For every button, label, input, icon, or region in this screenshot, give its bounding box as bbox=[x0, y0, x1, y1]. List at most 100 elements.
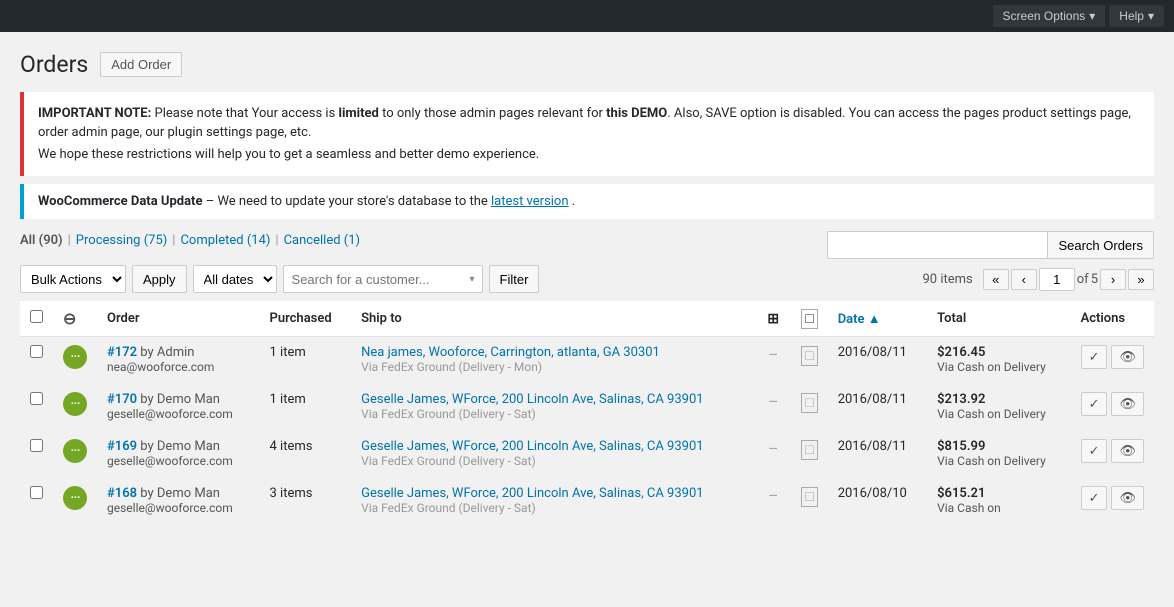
row-date-cell: 2016/08/10 bbox=[828, 478, 927, 525]
row-purchased-cell: 1 item bbox=[260, 337, 352, 384]
ship-to-name: Geselle James, WForce, 200 Lincoln Ave, … bbox=[361, 392, 703, 407]
important-note-label: IMPORTANT NOTE: bbox=[38, 106, 151, 121]
row-view-button[interactable]: 👁 bbox=[1111, 439, 1144, 463]
row-date-cell: 2016/08/11 bbox=[828, 384, 927, 431]
row-actions-cell: ✓ 👁 bbox=[1071, 431, 1154, 478]
search-orders-input[interactable] bbox=[827, 231, 1047, 259]
row-complete-button[interactable]: ✓ bbox=[1081, 439, 1108, 463]
row-col6: □ bbox=[791, 384, 827, 431]
row-checkbox[interactable] bbox=[30, 486, 43, 499]
order-by: by Demo Man bbox=[140, 392, 220, 407]
select-all-checkbox[interactable] bbox=[30, 310, 43, 323]
row-col6: □ bbox=[791, 337, 827, 384]
row-view-button[interactable]: 👁 bbox=[1111, 486, 1144, 510]
order-link[interactable]: #170 bbox=[107, 392, 137, 407]
row-ship-to-cell: Nea james, Wooforce, Carrington, atlanta… bbox=[351, 337, 755, 384]
tab-completed-link[interactable]: Completed (14) bbox=[180, 233, 270, 248]
status-dots-icon: ··· bbox=[70, 396, 80, 412]
th-order-label: Order bbox=[107, 311, 140, 326]
copy-icon: □ bbox=[801, 487, 817, 507]
row-col6: □ bbox=[791, 478, 827, 525]
next-page-button[interactable]: › bbox=[1100, 269, 1126, 290]
row-complete-button[interactable]: ✓ bbox=[1081, 392, 1108, 416]
prev-page-button[interactable]: ‹ bbox=[1011, 269, 1037, 290]
row-actions-cell: ✓ 👁 bbox=[1071, 478, 1154, 525]
row-status-cell: ··· bbox=[53, 337, 97, 384]
row-total-amount: $213.92 bbox=[937, 392, 985, 407]
row-total-cell: $815.99 Via Cash on Delivery bbox=[927, 431, 1070, 478]
order-email: geselle@wooforce.com bbox=[107, 454, 233, 468]
tab-cancelled-link[interactable]: Cancelled (1) bbox=[284, 233, 360, 248]
th-order: Order bbox=[97, 301, 260, 337]
help-label: Help bbox=[1119, 9, 1144, 23]
row-view-button[interactable]: 👁 bbox=[1111, 392, 1144, 416]
th-actions-label: Actions bbox=[1081, 311, 1126, 326]
th-actions: Actions bbox=[1071, 301, 1154, 337]
row-purchased-cell: 1 item bbox=[260, 384, 352, 431]
customer-search-input[interactable] bbox=[283, 265, 483, 293]
row-date-cell: 2016/08/11 bbox=[828, 431, 927, 478]
row-complete-button[interactable]: ✓ bbox=[1081, 486, 1108, 510]
th-date[interactable]: Date ▲ bbox=[828, 301, 927, 337]
add-order-button[interactable]: Add Order bbox=[100, 52, 182, 77]
row-total-cell: $615.21 Via Cash on bbox=[927, 478, 1070, 525]
row-col5: – bbox=[755, 337, 791, 384]
row-date[interactable]: 2016/08/10 bbox=[838, 486, 907, 501]
orders-table: ⊖ Order Purchased Ship to ⊞ □ Da bbox=[20, 301, 1154, 525]
tab-cancelled: Cancelled (1) bbox=[284, 233, 360, 248]
row-order-cell: #169 by Demo Man geselle@wooforce.com bbox=[97, 431, 260, 478]
row-action-icons: ✓ 👁 bbox=[1081, 439, 1144, 463]
row-total-amount: $815.99 bbox=[937, 439, 985, 454]
first-page-button[interactable]: « bbox=[983, 269, 1009, 290]
all-dates-select[interactable]: All dates bbox=[193, 265, 277, 293]
row-col5: – bbox=[755, 431, 791, 478]
order-link[interactable]: #168 bbox=[107, 486, 137, 501]
order-link[interactable]: #169 bbox=[107, 439, 137, 454]
row-total-amount: $615.21 bbox=[937, 486, 985, 501]
info-notice-body: – We need to update your store's databas… bbox=[206, 194, 491, 209]
row-purchased-cell: 3 items bbox=[260, 478, 352, 525]
row-status-cell: ··· bbox=[53, 431, 97, 478]
th-date-sort-link[interactable]: Date ▲ bbox=[838, 312, 881, 327]
items-count: 90 items bbox=[922, 272, 972, 287]
row-status-cell: ··· bbox=[53, 384, 97, 431]
dash-icon: – bbox=[768, 392, 779, 411]
dash-icon: – bbox=[768, 439, 779, 458]
filter-button[interactable]: Filter bbox=[489, 265, 540, 293]
tab-all-link[interactable]: All (90) bbox=[20, 233, 63, 248]
row-order-cell: #172 by Admin nea@wooforce.com bbox=[97, 337, 260, 384]
row-purchased: 3 items bbox=[270, 486, 313, 501]
row-col5: – bbox=[755, 478, 791, 525]
row-view-button[interactable]: 👁 bbox=[1111, 345, 1144, 369]
th-purchased: Purchased bbox=[260, 301, 352, 337]
screen-options-button[interactable]: Screen Options ▾ bbox=[993, 5, 1106, 27]
row-date[interactable]: 2016/08/11 bbox=[838, 345, 907, 360]
row-checkbox[interactable] bbox=[30, 345, 43, 358]
help-button[interactable]: Help ▾ bbox=[1109, 5, 1164, 27]
status-dot: ··· bbox=[63, 439, 87, 463]
row-date[interactable]: 2016/08/11 bbox=[838, 439, 907, 454]
row-checkbox[interactable] bbox=[30, 392, 43, 405]
page-input[interactable] bbox=[1039, 268, 1075, 291]
row-checkbox-cell bbox=[20, 337, 53, 384]
order-link[interactable]: #172 bbox=[107, 345, 137, 360]
status-dot: ··· bbox=[63, 345, 87, 369]
row-checkbox[interactable] bbox=[30, 439, 43, 452]
apply-button[interactable]: Apply bbox=[132, 265, 187, 293]
bulk-actions-select[interactable]: Bulk Actions bbox=[20, 265, 126, 293]
total-pages: 5 bbox=[1091, 272, 1098, 287]
search-orders-button[interactable]: Search Orders bbox=[1047, 231, 1154, 259]
pagination: « ‹ of 5 › » bbox=[983, 268, 1154, 291]
tab-all: All (90) bbox=[20, 233, 63, 248]
col6-icon: □ bbox=[801, 309, 817, 329]
th-status: ⊖ bbox=[53, 301, 97, 337]
tab-processing-link[interactable]: Processing (75) bbox=[76, 233, 167, 248]
latest-version-link[interactable]: latest version bbox=[491, 194, 569, 209]
col5-icon: ⊞ bbox=[767, 311, 779, 327]
row-date[interactable]: 2016/08/11 bbox=[838, 392, 907, 407]
status-dots-icon: ··· bbox=[70, 349, 80, 365]
dash-icon: – bbox=[768, 345, 779, 364]
row-complete-button[interactable]: ✓ bbox=[1081, 345, 1108, 369]
row-purchased: 1 item bbox=[270, 392, 306, 407]
last-page-button[interactable]: » bbox=[1128, 269, 1154, 290]
